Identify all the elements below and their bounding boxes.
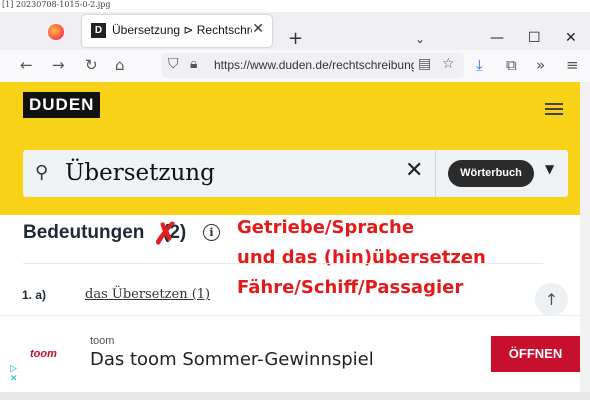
url-bar[interactable]: ⛉ 🔒︎ https://www.duden.de/rechtschreibun… xyxy=(162,53,464,78)
meanings-heading: Bedeutungen xyxy=(23,222,145,243)
toom-logo: toom xyxy=(30,348,57,360)
maximize-button[interactable]: ☐ xyxy=(528,30,541,46)
navigation-toolbar: ← → ↻ ⌂ ⛉ 🔒︎ https://www.duden.de/rechts… xyxy=(0,50,590,83)
home-icon[interactable]: ⌂ xyxy=(115,56,125,74)
advertisement-banner[interactable]: toom toom Das toom Sommer-Gewinnspiel ÖF… xyxy=(0,315,580,393)
ad-title[interactable]: Das toom Sommer-Gewinnspiel xyxy=(90,349,374,370)
lock-icon[interactable]: 🔒︎ xyxy=(190,56,197,72)
red-cross-annotation: ✗ xyxy=(153,218,179,251)
annotation-line-1: Getriebe/Sprache xyxy=(237,217,415,238)
scroll-to-top-icon[interactable]: ↑ xyxy=(535,283,568,316)
duden-logo[interactable]: DUDEN xyxy=(23,92,101,118)
sense-number: 1. a) xyxy=(22,288,47,302)
close-window-button[interactable]: ✕ xyxy=(565,30,577,46)
annotation-line-3: Fähre/Schiff/Passagier xyxy=(237,277,464,298)
browser-tab[interactable]: D Übersetzung ⊳ Rechtschreibung ✕ xyxy=(82,15,272,47)
caret-down-icon[interactable]: ▼ xyxy=(545,162,554,176)
reload-icon[interactable]: ↻ xyxy=(85,56,98,74)
download-icon[interactable]: ⤓ xyxy=(476,56,483,74)
tab-close-icon[interactable]: ✕ xyxy=(252,21,264,37)
list-tabs-icon[interactable]: ⌄ xyxy=(415,32,425,46)
firefox-icon[interactable] xyxy=(48,24,64,40)
new-tab-icon[interactable]: + xyxy=(288,28,303,49)
image-caption: [1] 20230708-1015-0-2.jpg xyxy=(2,0,111,9)
app-menu-icon[interactable]: ≡ xyxy=(566,56,579,74)
horizontal-scrollbar[interactable] xyxy=(0,392,590,400)
adchoices-icon[interactable]: ▷ ✕ xyxy=(10,364,18,384)
vertical-scrollbar[interactable] xyxy=(580,82,590,392)
info-icon[interactable]: i xyxy=(203,224,220,241)
ad-brand: toom xyxy=(90,335,115,347)
tab-bar: D Übersetzung ⊳ Rechtschreibung ✕ + ⌄ — … xyxy=(0,12,590,50)
tab-title: Übersetzung ⊳ Rechtschreibung xyxy=(112,23,252,37)
main-content: Bedeutungen (2) ✗ i Getriebe/Sprache und… xyxy=(0,215,580,316)
clear-search-icon[interactable]: ✕ xyxy=(405,158,423,183)
back-arrow-icon[interactable]: ← xyxy=(20,56,33,74)
forward-arrow-icon[interactable]: → xyxy=(52,56,65,74)
sense-link[interactable]: das Übersetzen (1) xyxy=(85,287,210,302)
reader-view-icon[interactable]: ▤ xyxy=(418,56,431,72)
hamburger-menu-icon[interactable] xyxy=(545,100,563,118)
shield-icon[interactable]: ⛉ xyxy=(168,56,179,72)
overflow-chevron-icon[interactable]: » xyxy=(536,56,545,74)
bookmark-star-icon[interactable]: ☆ xyxy=(442,56,455,72)
divider xyxy=(23,263,543,264)
minimize-button[interactable]: — xyxy=(490,30,504,46)
extensions-icon[interactable]: ⧉ xyxy=(506,56,517,74)
search-input[interactable]: Übersetzung xyxy=(65,160,215,186)
ad-open-button[interactable]: ÖFFNEN xyxy=(491,336,580,372)
search-divider xyxy=(435,150,436,197)
dictionary-select-button[interactable]: Wörterbuch xyxy=(448,160,534,187)
search-box: ⚲ Übersetzung ✕ Wörterbuch ▼ xyxy=(23,150,568,197)
annotation-line-2: und das (hin)übersetzen xyxy=(237,247,486,268)
duden-favicon-icon: D xyxy=(91,23,106,38)
site-header: DUDEN ⚲ Übersetzung ✕ Wörterbuch ▼ xyxy=(0,82,590,215)
url-text[interactable]: https://www.duden.de/rechtschreibung/Ueb… xyxy=(214,58,414,72)
search-icon: ⚲ xyxy=(35,162,49,183)
